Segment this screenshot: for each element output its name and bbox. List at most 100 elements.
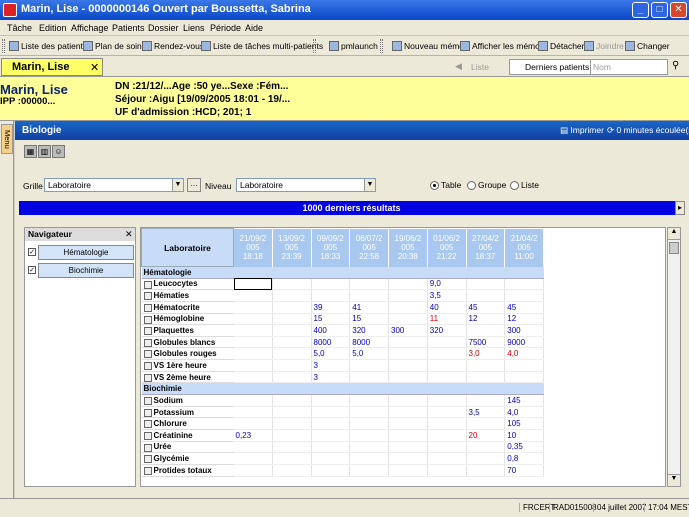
result-cell[interactable] (349, 359, 389, 372)
table-row[interactable]: Potassium 3,5 4,0 (141, 406, 544, 419)
result-cell[interactable]: 45 (466, 301, 506, 314)
analysis-label[interactable]: Protides totaux (141, 464, 234, 477)
chart-icon[interactable]: ▥ (38, 145, 51, 158)
nom-search-input[interactable]: Nom (590, 59, 668, 75)
result-cell[interactable]: 105 (504, 417, 544, 430)
imprimer-button[interactable]: ▤ Imprimer (560, 125, 604, 136)
radio-liste[interactable]: Liste (510, 180, 539, 190)
result-cell[interactable] (427, 359, 467, 372)
result-cell[interactable]: 300 (388, 324, 428, 337)
grille-select[interactable]: Laboratoire ▼ (44, 178, 184, 192)
menu-affichage[interactable]: Affichage (71, 23, 108, 33)
patient-tab[interactable]: Marin, Lise ✕ (1, 58, 103, 76)
analysis-label[interactable]: VS 1ère heure (141, 359, 234, 372)
result-cell[interactable]: 39 (311, 301, 351, 314)
result-cell[interactable] (272, 371, 312, 384)
derniers-patients-dropdown[interactable]: Derniers patients ▾ (509, 59, 600, 75)
result-cell[interactable] (233, 371, 273, 384)
result-cell[interactable] (233, 417, 273, 430)
result-cell[interactable]: 4,0 (504, 347, 544, 361)
date-column-header[interactable]: 09/09/2 005 18:33 (311, 228, 351, 267)
afficher-memos-button[interactable]: Afficher les mémos (460, 39, 544, 53)
result-cell[interactable] (427, 441, 467, 454)
result-cell[interactable] (311, 406, 351, 419)
result-cell[interactable] (427, 417, 467, 430)
result-cell[interactable] (272, 301, 312, 314)
result-cell[interactable] (233, 441, 273, 454)
result-cell[interactable] (466, 371, 506, 384)
nav-hematologie-button[interactable]: Hématologie (38, 245, 134, 260)
analysis-label[interactable]: Potassium (141, 406, 234, 419)
scroll-down-icon[interactable]: ▼ (668, 474, 680, 486)
date-column-header[interactable]: 27/04/2 005 18:37 (466, 228, 506, 267)
menu-edition[interactable]: Edition (39, 23, 67, 33)
result-cell[interactable]: 40 (427, 301, 467, 314)
result-cell[interactable]: 70 (504, 464, 544, 477)
date-column-header[interactable]: 21/09/2 005 18:18 (233, 228, 273, 267)
result-cell[interactable] (466, 452, 506, 465)
analysis-label[interactable]: Hémoglobine (141, 313, 234, 326)
result-cell[interactable] (233, 359, 273, 372)
result-cell[interactable] (272, 394, 312, 407)
rendez-vous-button[interactable]: Rendez-vous (142, 39, 204, 53)
result-cell[interactable] (427, 336, 467, 349)
table-row[interactable]: Glycémie 0,8 (141, 452, 544, 465)
result-cell[interactable] (349, 371, 389, 384)
date-column-header[interactable]: 01/06/2 005 21:22 (427, 228, 467, 267)
analysis-label[interactable]: VS 2ème heure (141, 371, 234, 384)
checkbox-biochimie[interactable]: ✓ (28, 266, 36, 274)
analysis-label[interactable]: Hématies (141, 289, 234, 302)
result-cell[interactable] (349, 429, 389, 442)
table-row[interactable]: VS 2ème heure 3 (141, 371, 544, 384)
result-cell[interactable] (427, 347, 467, 361)
result-cell[interactable]: 12 (504, 313, 544, 326)
result-cell[interactable] (349, 278, 389, 291)
minutes-elapsed[interactable]: ⟳ 0 minutes écoulée(s) (607, 125, 689, 136)
result-cell[interactable] (272, 313, 312, 326)
result-cell[interactable] (466, 417, 506, 430)
result-cell[interactable] (349, 452, 389, 465)
navigateur-close-icon[interactable]: ✕ (125, 229, 133, 240)
band-right-arrow[interactable]: ▸ (675, 201, 685, 215)
result-cell[interactable] (388, 278, 428, 291)
result-cell[interactable] (388, 301, 428, 314)
result-cell[interactable] (504, 371, 544, 384)
result-cell[interactable] (388, 394, 428, 407)
joindre-button[interactable]: Joindre (584, 39, 624, 53)
result-cell[interactable] (272, 464, 312, 477)
result-cell[interactable] (272, 324, 312, 337)
nouveau-memo-button[interactable]: Nouveau mémo (392, 39, 464, 53)
menu-patients[interactable]: Patients (112, 23, 145, 33)
result-cell[interactable]: 9000 (504, 336, 544, 349)
result-cell[interactable]: 15 (349, 313, 389, 326)
radio-groupe[interactable]: Groupe (467, 180, 506, 190)
table-row[interactable]: Hématies 3,5 (141, 289, 544, 302)
result-cell[interactable] (272, 289, 312, 302)
result-cell[interactable] (311, 289, 351, 302)
result-cell[interactable] (466, 394, 506, 407)
result-cell[interactable]: 400 (311, 324, 351, 337)
result-cell[interactable] (233, 336, 273, 349)
result-cell[interactable] (272, 441, 312, 454)
result-cell[interactable] (233, 464, 273, 477)
result-cell[interactable]: 320 (349, 324, 389, 337)
result-cell[interactable]: 41 (349, 301, 389, 314)
analysis-label[interactable]: Créatinine (141, 429, 234, 442)
analysis-label[interactable]: Glycémie (141, 452, 234, 465)
result-cell[interactable] (349, 394, 389, 407)
date-column-header[interactable]: 21/04/2 005 11:00 (504, 228, 544, 267)
result-cell[interactable]: 45 (504, 301, 544, 314)
user-icon[interactable]: ☺ (52, 145, 65, 158)
result-cell[interactable] (272, 417, 312, 430)
date-column-header[interactable]: 06/07/2 005 22:58 (349, 228, 389, 267)
analysis-label[interactable]: Globules blancs (141, 336, 234, 349)
result-cell[interactable]: 4,0 (504, 406, 544, 419)
result-cell[interactable] (427, 394, 467, 407)
result-cell[interactable]: 8000 (349, 336, 389, 349)
analysis-label[interactable]: Globules rouges (141, 347, 234, 361)
changer-button[interactable]: Changer (625, 39, 670, 53)
result-cell[interactable] (504, 278, 544, 291)
result-cell[interactable] (311, 441, 351, 454)
result-cell[interactable] (349, 464, 389, 477)
result-cell[interactable] (427, 452, 467, 465)
